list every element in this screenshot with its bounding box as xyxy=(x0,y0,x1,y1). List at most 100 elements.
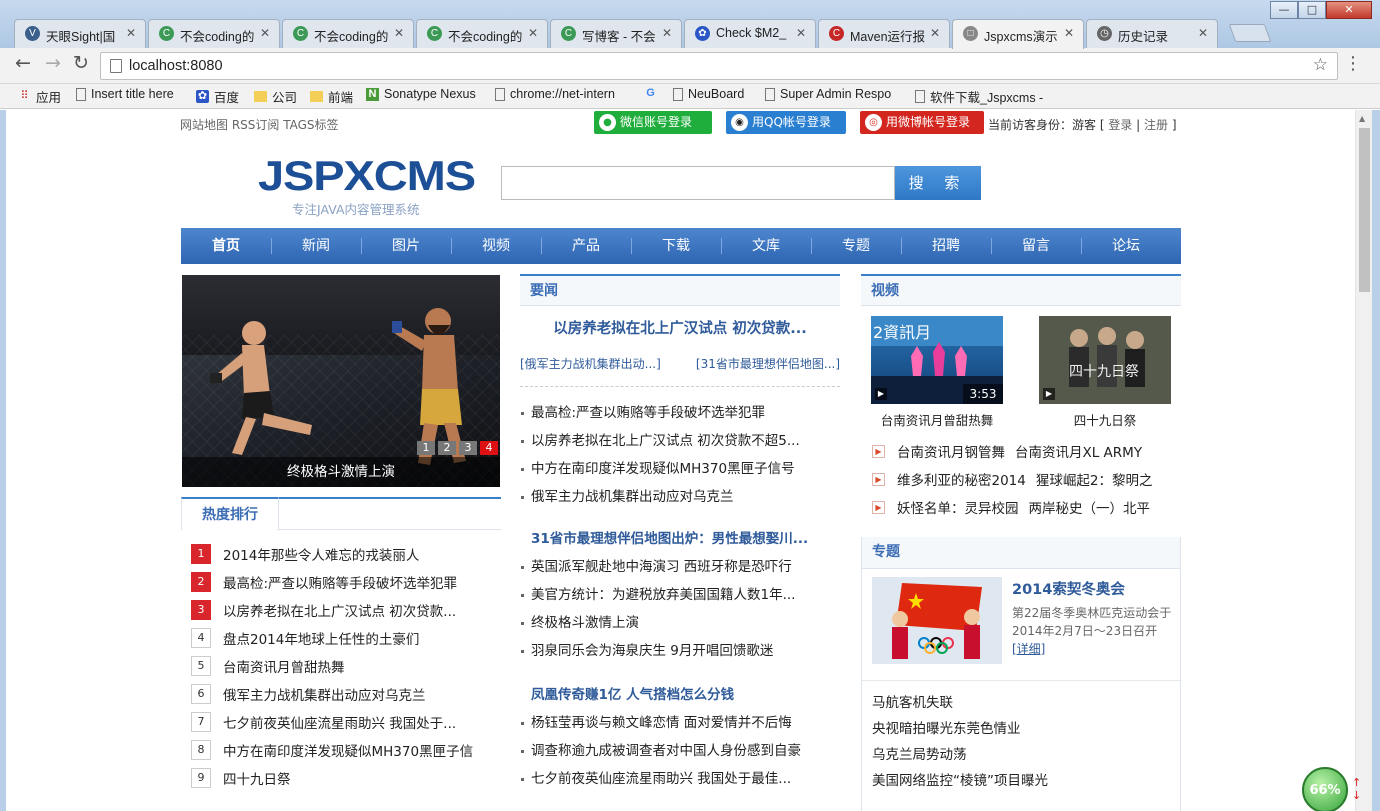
tab-5[interactable]: C 写博客 - 不会 ✕ xyxy=(550,19,682,48)
video-title[interactable]: 台南资讯月曾甜热舞 xyxy=(871,410,1003,429)
video-thumbnail[interactable]: 四十九日祭 ▶ xyxy=(1039,316,1171,404)
video-link[interactable]: 维多利亚的秘密2014 xyxy=(897,469,1026,489)
slide-caption[interactable]: 终极格斗激情上演 xyxy=(182,457,500,487)
close-tab-icon[interactable]: ✕ xyxy=(662,26,672,40)
close-tab-icon[interactable]: ✕ xyxy=(930,26,940,40)
video-link[interactable]: 两岸秘史（一）北平 xyxy=(1029,497,1151,517)
hot-list-item[interactable]: 6 俄军主力战机集群出动应对乌克兰 xyxy=(191,680,501,708)
scrollbar-thumb[interactable] xyxy=(1359,128,1370,292)
news-item-link[interactable]: 俄军主力战机集群出动应对乌克兰 xyxy=(520,483,840,511)
site-search-input[interactable] xyxy=(501,166,895,200)
bookmark-item[interactable]: Super Admin Respo xyxy=(765,87,891,101)
topic-list-item[interactable]: 美国网络监控“棱镜”项目曝光 xyxy=(872,768,1172,794)
news-column-heading[interactable]: 要闻 xyxy=(520,274,840,306)
sub-headline-link[interactable]: [俄军主力战机集群出动...] xyxy=(520,355,661,372)
sub-headline-link[interactable]: [31省市最理想伴侣地图...] xyxy=(696,355,840,372)
tab-3[interactable]: C 不会coding的 ✕ xyxy=(282,19,414,48)
bookmark-folder[interactable]: 前端 xyxy=(310,87,353,106)
nav-item[interactable]: 产品 xyxy=(541,228,631,264)
bookmark-folder[interactable]: 公司 xyxy=(254,87,297,106)
nav-item[interactable]: 下载 xyxy=(631,228,721,264)
news-item-link[interactable]: 七夕前夜英仙座流星雨助兴 我国处于最佳... xyxy=(520,765,840,793)
video-link[interactable]: 妖怪名单：灵异校园 xyxy=(897,497,1019,517)
maximize-button[interactable]: □ xyxy=(1298,1,1326,19)
wechat-login-button[interactable]: ● 微信账号登录 xyxy=(594,111,712,134)
nav-item[interactable]: 留言 xyxy=(991,228,1081,264)
news-item-link[interactable]: 调查称逾九成被调查者对中国人身份感到自豪 xyxy=(520,737,840,765)
close-tab-icon[interactable]: ✕ xyxy=(260,26,270,40)
bookmark-item[interactable]: NeuBoard xyxy=(673,87,744,101)
video-title[interactable]: 四十九日祭 xyxy=(1039,410,1171,429)
back-icon[interactable]: ← xyxy=(10,52,36,74)
hot-list-item[interactable]: 5 台南资讯月曾甜热舞 xyxy=(191,652,501,680)
tab-1[interactable]: V 天眼Sight|国 ✕ xyxy=(14,19,146,48)
tab-8[interactable]: □ Jspxcms演示 ✕ xyxy=(952,19,1084,49)
topic-list-item[interactable]: 央视暗拍曝光东莞色情业 xyxy=(872,716,1172,742)
close-tab-icon[interactable]: ✕ xyxy=(1198,26,1208,40)
nav-item[interactable]: 新闻 xyxy=(271,228,361,264)
news-item-link[interactable]: 以房养老拟在北上广汉试点 初次贷款不超5... xyxy=(520,427,840,455)
weibo-login-button[interactable]: ◎ 用微博帐号登录 xyxy=(860,111,984,134)
bookmark-apps[interactable]: ⠿ 应用 xyxy=(18,87,61,106)
page-scrollbar[interactable]: ▲ xyxy=(1355,110,1372,811)
slideshow[interactable]: 1234 终极格斗激情上演 xyxy=(182,275,500,487)
tab-6[interactable]: ✿ Check $M2_ ✕ xyxy=(684,19,816,48)
bookmark-star-icon[interactable]: ☆ xyxy=(1313,55,1328,75)
register-link[interactable]: 注册 xyxy=(1144,118,1168,132)
news-item-link[interactable]: 终极格斗激情上演 xyxy=(520,609,840,637)
tab-4[interactable]: C 不会coding的 ✕ xyxy=(416,19,548,48)
nav-item[interactable]: 专题 xyxy=(811,228,901,264)
qq-login-button[interactable]: ◉ 用QQ帐号登录 xyxy=(726,111,846,134)
video-link[interactable]: 台南资讯月钢管舞 xyxy=(897,441,1005,461)
nav-item[interactable]: 视频 xyxy=(451,228,541,264)
news-headline-link[interactable]: 31省市最理想伴侣地图出炉：男性最想娶川... xyxy=(520,525,840,553)
slide-page-button[interactable]: 4 xyxy=(480,441,498,455)
news-item-link[interactable]: 羽泉同乐会为海泉庆生 9月开唱回馈歌迷 xyxy=(520,637,840,665)
bookmark-item[interactable]: N Sonatype Nexus xyxy=(366,87,476,101)
hot-list-item[interactable]: 8 中方在南印度洋发现疑似MH370黑匣子信 xyxy=(191,736,501,764)
zoom-indicator[interactable]: 66% xyxy=(1302,767,1348,811)
zoom-arrows-icon[interactable]: ↑ ↓ xyxy=(1352,776,1361,802)
nav-item[interactable]: 图片 xyxy=(361,228,451,264)
topic-list-item[interactable]: 马航客机失联 xyxy=(872,690,1172,716)
close-tab-icon[interactable]: ✕ xyxy=(126,26,136,40)
site-logo[interactable]: JSPXCMS xyxy=(258,152,476,200)
url-text[interactable]: localhost:8080 xyxy=(129,58,223,74)
video-thumbnail[interactable]: 2資訊月 ▶ 3:53 xyxy=(871,316,1003,404)
topic-column-heading[interactable]: 专题 xyxy=(862,537,1180,569)
bookmark-item[interactable]: 软件下载_Jspxcms - xyxy=(915,87,1043,106)
news-item-link[interactable]: 美官方统计：为避税放弃美国国籍人数1年... xyxy=(520,581,840,609)
news-headline-link[interactable]: 凤凰传奇赚1亿 人气搭档怎么分钱 xyxy=(520,681,840,709)
video-link[interactable]: 台南资讯月XL ARMY xyxy=(1015,441,1142,461)
hot-list-item[interactable]: 7 七夕前夜英仙座流星雨助兴 我国处于... xyxy=(191,708,501,736)
hot-list-item[interactable]: 1 2014年那些令人难忘的戎装丽人 xyxy=(191,540,501,568)
close-window-button[interactable]: ✕ xyxy=(1326,1,1372,19)
tab-2[interactable]: C 不会coding的 ✕ xyxy=(148,19,280,48)
hot-list-item[interactable]: 2 最高检:严查以贿赂等手段破坏选举犯罪 xyxy=(191,568,501,596)
close-tab-icon[interactable]: ✕ xyxy=(528,26,538,40)
hot-list-item[interactable]: 4 盘点2014年地球上任性的土豪们 xyxy=(191,624,501,652)
login-link[interactable]: 登录 xyxy=(1108,118,1132,132)
video-column-heading[interactable]: 视频 xyxy=(861,274,1181,306)
tab-9[interactable]: ◷ 历史记录 ✕ xyxy=(1086,19,1218,48)
nav-item[interactable]: 首页 xyxy=(181,228,271,264)
slide-page-button[interactable]: 2 xyxy=(438,441,456,455)
bookmark-item[interactable]: Insert title here xyxy=(76,87,174,101)
topic-title[interactable]: 2014索契冬奥会 xyxy=(1012,578,1125,599)
menu-icon[interactable]: ⋮ xyxy=(1344,53,1362,74)
headline-link[interactable]: 以房养老拟在北上广汉试点 初次贷款... xyxy=(520,317,840,338)
bookmark-item[interactable]: ✿ 百度 xyxy=(196,87,239,106)
scroll-up-icon[interactable]: ▲ xyxy=(1359,114,1365,123)
hot-list-item[interactable]: 3 以房养老拟在北上广汉试点 初次贷款... xyxy=(191,596,501,624)
search-button[interactable]: 搜 索 xyxy=(895,166,981,200)
site-top-links[interactable]: 网站地图 RSS订阅 TAGS标签 xyxy=(180,116,339,133)
bookmark-item[interactable]: G xyxy=(644,87,662,100)
nav-item[interactable]: 论坛 xyxy=(1081,228,1171,264)
minimize-button[interactable]: — xyxy=(1270,1,1298,19)
nav-item[interactable]: 招聘 xyxy=(901,228,991,264)
close-tab-icon[interactable]: ✕ xyxy=(1064,26,1074,40)
news-item-link[interactable]: 杨钰莹再谈与赖文峰恋情 面对爱情并不后悔 xyxy=(520,709,840,737)
news-item-link[interactable]: 最高检:严查以贿赂等手段破坏选举犯罪 xyxy=(520,399,840,427)
topic-list-item[interactable]: 乌克兰局势动荡 xyxy=(872,742,1172,768)
close-tab-icon[interactable]: ✕ xyxy=(394,26,404,40)
